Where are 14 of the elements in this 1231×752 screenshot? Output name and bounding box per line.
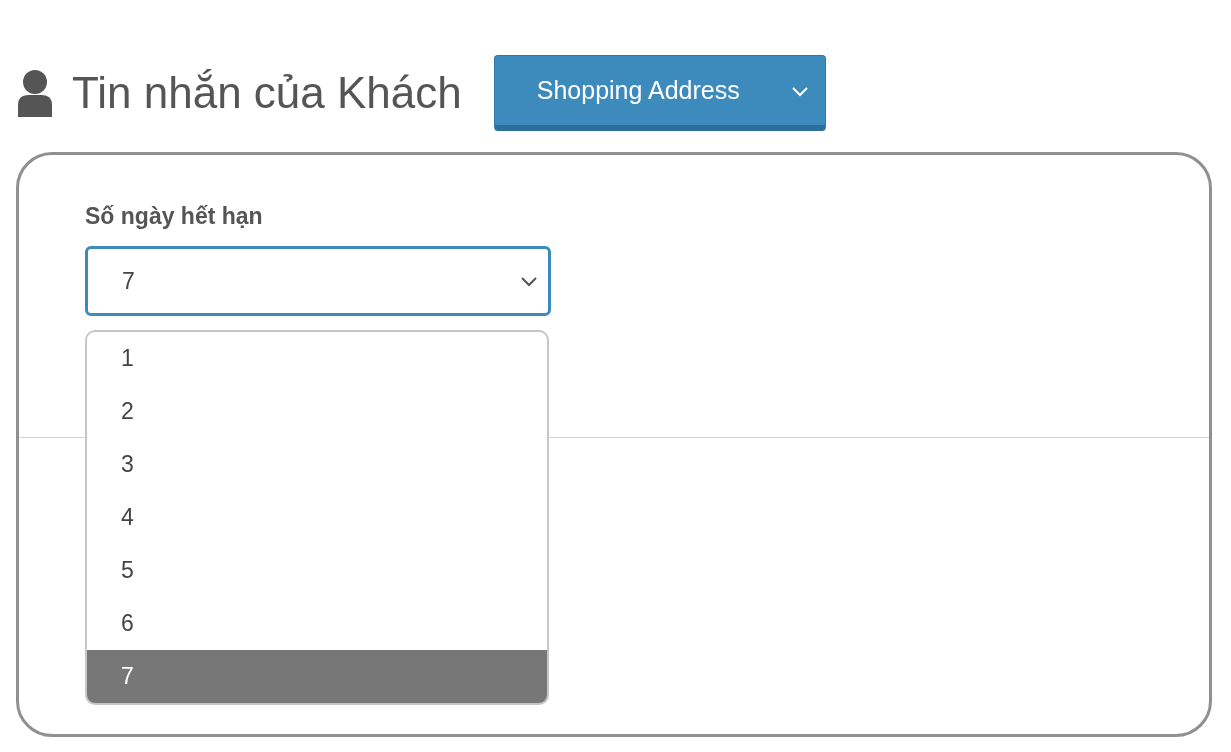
dropdown-option[interactable]: 7: [87, 650, 547, 703]
shopping-address-button[interactable]: Shopping Address: [493, 55, 826, 131]
dropdown-option[interactable]: 3: [87, 438, 547, 491]
page-title: Tin nhắn của Khách: [72, 68, 462, 118]
dropdown-option[interactable]: 5: [87, 544, 547, 597]
dropdown-option[interactable]: 6: [87, 597, 547, 650]
field-label: Số ngày hết hạn: [85, 203, 264, 230]
expiry-select[interactable]: 7: [85, 246, 551, 316]
user-icon: [16, 69, 54, 117]
dropdown-option[interactable]: 2: [87, 385, 547, 438]
caret-icon: [520, 275, 538, 287]
dropdown-option[interactable]: 4: [87, 491, 547, 544]
caret-icon: [790, 84, 809, 97]
dropdown-option[interactable]: 1: [87, 332, 547, 385]
